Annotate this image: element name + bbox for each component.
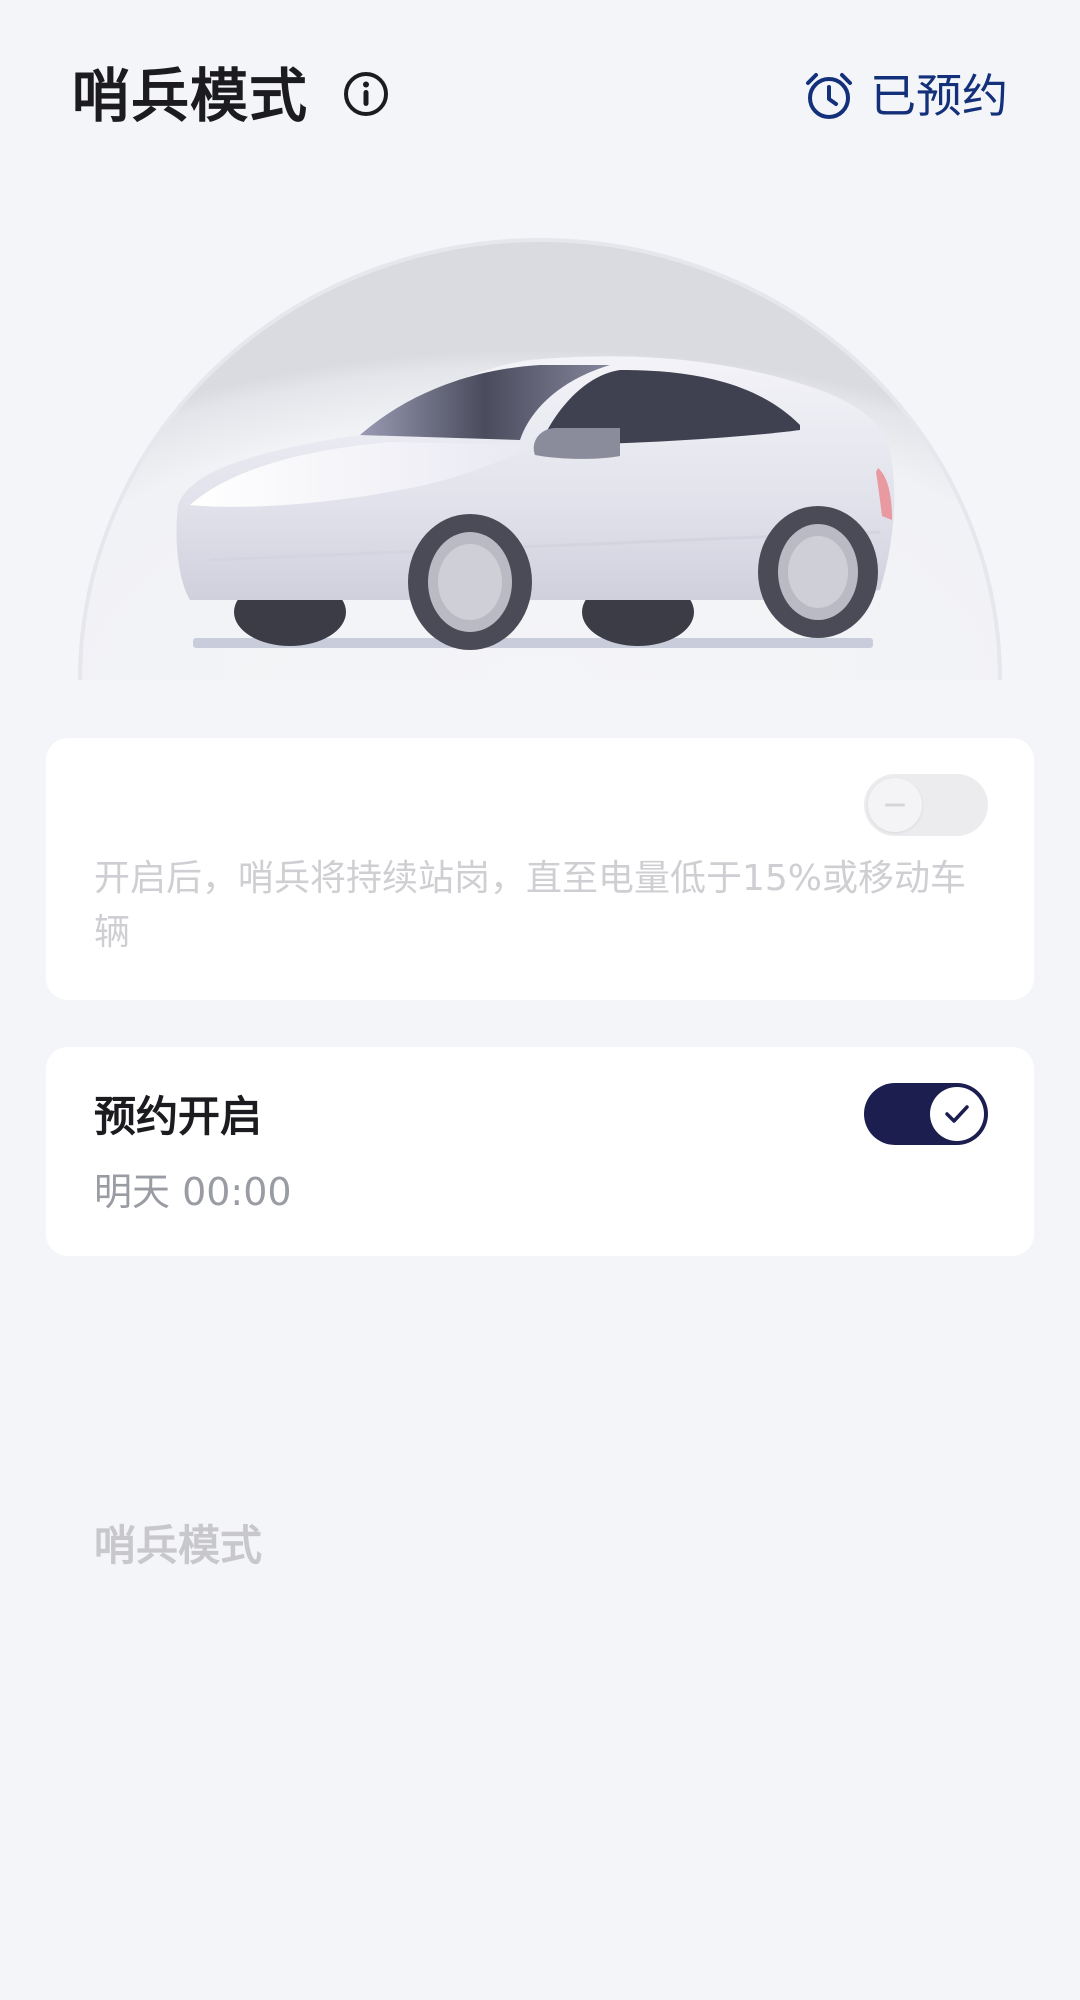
reserved-button[interactable]: 已预约	[804, 66, 1008, 126]
schedule-toggle[interactable]	[864, 1083, 988, 1145]
minus-icon	[885, 803, 905, 807]
sentry-mode-title: 哨兵模式	[94, 1521, 263, 1570]
schedule-time[interactable]: 明天 00:00	[94, 1165, 292, 1219]
car-illustration	[78, 238, 1002, 680]
toggle-knob	[930, 1087, 984, 1141]
info-circle-icon[interactable]	[342, 70, 390, 118]
toggle-knob	[868, 778, 922, 832]
sentry-mode-card: 哨兵模式 开启后，哨兵将持续站岗，直至电量低于15%或移动车辆	[46, 738, 1034, 1570]
schedule-title: 预约开启	[94, 1092, 263, 1141]
sentry-mode-toggle[interactable]	[864, 774, 988, 836]
alarm-clock-icon	[806, 73, 852, 119]
car-hero	[60, 160, 1020, 680]
schedule-card: 预约开启 明天 00:00	[46, 1047, 1034, 1256]
check-icon	[945, 1105, 969, 1123]
sentry-mode-description: 开启后，哨兵将持续站岗，直至电量低于15%或移动车辆	[94, 858, 967, 953]
page-title: 哨兵模式	[72, 62, 309, 130]
reserved-label: 已预约	[870, 69, 1008, 123]
